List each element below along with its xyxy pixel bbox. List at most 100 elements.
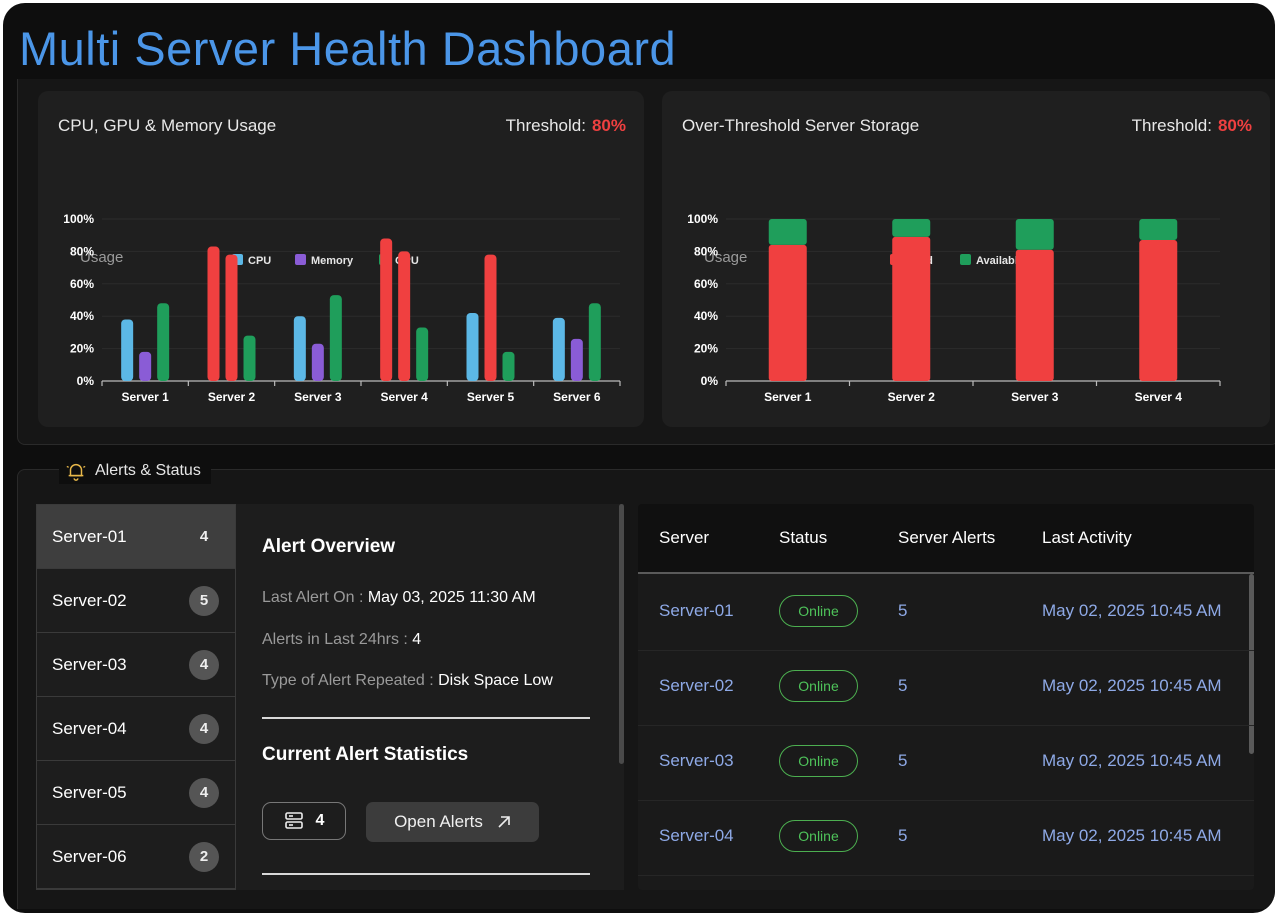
table-row[interactable]: Server-03 Online 5 May 02, 2025 10:45 AM: [638, 726, 1254, 801]
table-row[interactable]: Server-04 Online 5 May 02, 2025 10:45 AM: [638, 801, 1254, 876]
bar-gpu: [502, 351, 515, 381]
server-name: Server-05: [52, 782, 127, 802]
last-alert-label: Last Alert On :: [262, 589, 368, 606]
legend-swatch: [295, 254, 306, 265]
bar-memory: [225, 254, 238, 381]
server-name: Server-06: [52, 846, 127, 866]
bar-available: [1139, 219, 1178, 241]
repeated-alert-label: Type of Alert Repeated :: [262, 672, 439, 689]
row-server[interactable]: Server-01: [659, 601, 734, 621]
row-activity: May 02, 2025 10:45 AM: [1042, 601, 1222, 620]
cpu-usage-card: CPU, GPU & Memory Usage Threshold: 80% Us…: [38, 91, 644, 427]
charts-panel: CPU, GPU & Memory Usage Threshold: 80% Us…: [17, 79, 1275, 445]
alert-stats-count: 4: [262, 802, 346, 840]
bar-available: [1015, 219, 1054, 250]
y-tick-label: 60%: [70, 277, 94, 291]
page-title: Multi Server Health Dashboard: [19, 22, 677, 75]
y-tick-label: 80%: [694, 244, 718, 258]
last-alert-row: Last Alert On : May 03, 2025 11:30 AM: [262, 589, 536, 607]
x-tick-label: Server 3: [294, 390, 342, 404]
x-tick-label: Server 1: [764, 390, 812, 404]
x-tick-label: Server 2: [208, 390, 256, 404]
column-header-status[interactable]: Status: [779, 528, 827, 548]
status-badge: Online: [779, 595, 858, 627]
bar-available: [892, 219, 931, 237]
server-list-item[interactable]: Server-05 4: [37, 761, 235, 825]
column-header-server[interactable]: Server: [659, 528, 709, 548]
bar-used: [1015, 249, 1054, 381]
status-badge: Online: [779, 820, 858, 852]
bar-cpu: [380, 238, 393, 381]
repeated-alert-value: Disk Space Low: [438, 672, 553, 689]
row-alerts: 5: [898, 751, 908, 770]
alert-count-badge: 4: [189, 777, 219, 808]
repeated-alert-row: Type of Alert Repeated : Disk Space Low: [262, 672, 553, 690]
table-header: Server Status Server Alerts Last Activit…: [638, 504, 1254, 574]
last-alert-value: May 03, 2025 11:30 AM: [367, 589, 536, 606]
column-header-alerts[interactable]: Server Alerts: [898, 528, 995, 548]
status-badge: Online: [779, 670, 858, 702]
alert-count-badge: 5: [189, 585, 219, 616]
alerts-24h-label: Alerts in Last 24hrs :: [262, 631, 413, 648]
bar-memory: [484, 254, 497, 381]
bar-cpu: [552, 317, 565, 381]
y-tick-label: 60%: [694, 277, 718, 291]
row-alerts: 5: [898, 676, 908, 695]
storage-card: Over-Threshold Server Storage Threshold:…: [662, 91, 1270, 427]
bar-cpu: [207, 246, 220, 381]
server-list-item[interactable]: Server-02 5: [37, 569, 235, 633]
cpu-usage-chart: UsageCPUMemoryGPU0%20%40%60%80%100%Serve…: [63, 212, 621, 404]
server-name: Server-03: [52, 654, 127, 674]
alert-count-badge: 4: [189, 713, 219, 744]
y-tick-label: 100%: [63, 212, 94, 226]
bar-gpu: [157, 303, 170, 381]
x-tick-label: Server 5: [467, 390, 515, 404]
column-header-activity[interactable]: Last Activity: [1042, 528, 1132, 548]
row-server[interactable]: Server-03: [659, 751, 734, 771]
server-list: Server-01 4 Server-02 5 Server-03 4 Server-…: [36, 504, 236, 890]
server-list-item[interactable]: Server-04 4: [37, 697, 235, 761]
bar-memory: [398, 251, 411, 381]
server-name: Server-04: [52, 718, 127, 738]
y-tick-label: 20%: [694, 342, 718, 356]
table-row[interactable]: Server-02 Online 5 May 02, 2025 10:45 AM: [638, 651, 1254, 726]
alerts-section-label: Alerts & Status: [95, 462, 201, 479]
y-tick-label: 40%: [70, 309, 94, 323]
row-server[interactable]: Server-04: [659, 826, 734, 846]
alert-count-badge: 2: [189, 841, 219, 872]
bar-used: [892, 236, 931, 381]
x-tick-label: Server 4: [1135, 390, 1183, 404]
row-server[interactable]: Server-02: [659, 676, 734, 696]
y-tick-label: 0%: [701, 374, 719, 388]
alert-overview-panel: Alert Overview Last Alert On : May 03, 2…: [236, 504, 624, 890]
row-activity: May 02, 2025 10:45 AM: [1042, 826, 1222, 845]
server-list-item[interactable]: Server-06 2: [37, 825, 235, 889]
table-row[interactable]: Server-01 Online 5 May 02, 2025 10:45 AM: [638, 576, 1254, 651]
x-tick-label: Server 2: [888, 390, 936, 404]
bar-available: [768, 219, 807, 245]
bar-cpu: [121, 319, 134, 381]
alert-stats-heading: Current Alert Statistics: [262, 744, 469, 765]
bar-gpu: [588, 303, 601, 381]
alert-count-badge: 4: [199, 528, 209, 545]
legend-swatch: [960, 254, 971, 265]
bell-icon: [66, 463, 86, 481]
open-alerts-button[interactable]: Open Alerts: [366, 802, 539, 842]
alerts-24h-value: 4: [412, 631, 422, 648]
alerts-panel: Server-01 4 Server-02 5 Server-03 4 Server-…: [17, 469, 1275, 909]
divider: [262, 717, 590, 719]
overview-scrollbar[interactable]: [619, 504, 624, 764]
server-name: Server-01: [52, 526, 127, 546]
x-tick-label: Server 6: [553, 390, 601, 404]
row-alerts: 5: [898, 601, 908, 620]
y-tick-label: 80%: [70, 244, 94, 258]
server-list-item[interactable]: Server-03 4: [37, 633, 235, 697]
legend-label: Memory: [311, 255, 354, 267]
server-list-item[interactable]: Server-01 4: [37, 505, 235, 569]
bar-gpu: [416, 327, 429, 381]
alert-count-badge: 4: [189, 649, 219, 680]
server-stack-icon: [284, 812, 303, 829]
alert-overview-heading: Alert Overview: [262, 536, 396, 557]
server-status-table: Server Status Server Alerts Last Activit…: [638, 504, 1254, 890]
bar-used: [1139, 240, 1178, 381]
